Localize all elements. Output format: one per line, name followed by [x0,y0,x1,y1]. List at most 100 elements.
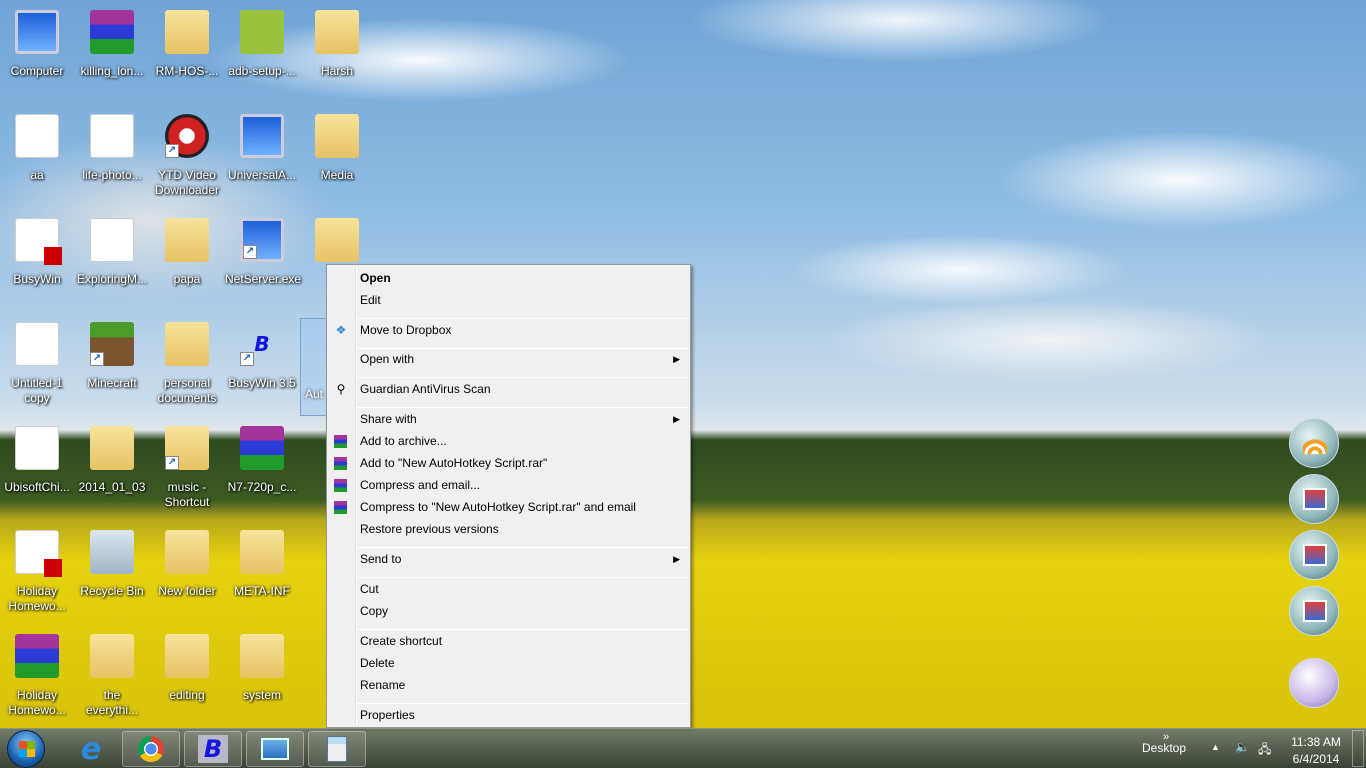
volume-icon[interactable]: 🔈 [1235,740,1250,754]
menu-item-properties[interactable]: Properties [329,704,688,726]
menu-item-label: Cut [360,582,379,596]
winrar-icon [334,501,347,514]
menu-item-compress-and-email[interactable]: Compress and email... [329,474,688,496]
slideshow-gadget-3[interactable] [1289,586,1339,636]
folder-icon [90,426,134,470]
taskbar-calculator[interactable] [308,731,366,767]
file-icon [15,322,59,366]
desktop-icon[interactable]: adb-setup-... [225,10,299,79]
menu-item-label: Move to Dropbox [360,323,452,337]
desktop-icon[interactable]: BusyWin [0,218,74,287]
menu-item-move-to-dropbox[interactable]: ❖ Move to Dropbox [329,319,688,341]
android-icon [240,10,284,54]
clock-time: 11:38 AM [1291,735,1341,749]
desktop-toolbar[interactable]: Desktop [1142,741,1186,755]
desktop-icon[interactable]: 2014_01_03 [75,426,149,495]
desktop-icon[interactable]: ↗ YTD Video Downloader [150,114,224,198]
desktop-icon[interactable]: personal documents [150,322,224,406]
orb-gadget[interactable] [1289,658,1339,708]
menu-item-label: Guardian AntiVirus Scan [360,382,491,396]
submenu-arrow-icon: ▶ [673,354,680,364]
desktop-icon[interactable]: Untitled-1 copy [0,322,74,406]
desktop-icon[interactable]: UniversalA... [225,114,299,183]
desktop-icon[interactable]: Holiday Homewo... [0,634,74,718]
menu-item-open-with[interactable]: Open with ▶ [329,348,688,370]
folder-icon [90,634,134,678]
desktop-icon-label: Recycle Bin [80,584,144,598]
menu-item-delete[interactable]: Delete [329,652,688,674]
desktop-icon[interactable]: the everythi... [75,634,149,718]
folder-icon [240,530,284,574]
taskbar: e B » Desktop ▲ 🔈 🖧 11:38 AM 6/4/2014 [0,728,1366,768]
menu-item-restore-previous-versions[interactable]: Restore previous versions [329,518,688,540]
menu-item-label: Compress and email... [360,478,481,492]
menu-item-edit[interactable]: Edit [329,289,688,311]
file-icon [90,218,134,262]
pc-icon [15,10,59,54]
selected-desktop-icon[interactable]: Aut [300,318,328,416]
desktop-icon[interactable]: system [225,634,299,703]
menu-item-compress-to-new-autohotkey-script-rar-and-email[interactable]: Compress to "New AutoHotkey Script.rar" … [329,496,688,518]
desktop-icon[interactable]: N7-720p_c... [225,426,299,495]
taskbar-chrome[interactable] [122,731,180,767]
show-desktop-button[interactable] [1352,730,1364,767]
desktop-icon[interactable]: META-INF [225,530,299,599]
desktop-icon[interactable]: killing_lon... [75,10,149,79]
menu-item-copy[interactable]: Copy [329,600,688,622]
desktop-icon[interactable]: life-photo... [75,114,149,183]
desktop-icon-label: personal documents [157,376,217,405]
folder-icon [165,10,209,54]
start-button[interactable] [7,730,45,768]
menu-item-send-to[interactable]: Send to ▶ [329,548,688,570]
file-icon [90,114,134,158]
slideshow-gadget-2[interactable] [1289,530,1339,580]
desktop-icon-label: N7-720p_c... [227,480,297,494]
desktop-icon[interactable]: editing [150,634,224,703]
desktop-icon[interactable]: ↗ music - Shortcut [150,426,224,510]
desktop-icon-label: YTD Video Downloader [154,168,220,197]
menu-item-open[interactable]: Open [329,267,688,289]
menu-item-cut[interactable]: Cut [329,578,688,600]
magnifier-icon: ⚲ [336,382,346,396]
desktop-icon[interactable]: papa [150,218,224,287]
desktop-icon-label: music - Shortcut [164,480,210,509]
desktop-icon[interactable]: Holiday Homewo... [0,530,74,614]
taskbar-internet-explorer[interactable]: e [62,731,120,767]
menu-item-label: Properties [360,708,415,722]
desktop-icon[interactable]: Recycle Bin [75,530,149,599]
file-icon [15,426,59,470]
calculator-icon [327,736,347,762]
menu-item-rename[interactable]: Rename [329,674,688,696]
taskbar-control-panel[interactable] [246,731,304,767]
desktop-icon[interactable]: Media [300,114,374,183]
slideshow-gadget-1[interactable] [1289,474,1339,524]
show-hidden-icons-arrow[interactable]: ▲ [1211,742,1220,752]
clock[interactable]: 11:38 AM 6/4/2014 [1284,734,1348,768]
desktop-icon[interactable]: Harsh [300,10,374,79]
desktop-icon[interactable]: New folder [150,530,224,599]
desktop-icon[interactable]: Computer [0,10,74,79]
desktop-icon-label: system [242,688,281,702]
desktop-icon[interactable]: UbisoftChi... [0,426,74,495]
winrar-icon [334,435,347,448]
folder-icon [165,634,209,678]
desktop-icon-label: Computer [10,64,64,78]
network-icon[interactable]: 🖧 [1258,740,1271,761]
folder-icon: ↗ [165,426,209,470]
desktop-icon-label: Minecraft [87,376,137,390]
desktop-icon[interactable]: RM-HOS-... [150,10,224,79]
desktop-icon[interactable]: B ↗ BusyWin 3.5 [225,322,299,391]
desktop-icon[interactable]: ↗ NetServer.exe [225,218,301,287]
menu-item-create-shortcut[interactable]: Create shortcut [329,630,688,652]
desktop-icon[interactable]: ExploringM... [75,218,149,287]
menu-item-label: Restore previous versions [360,522,499,536]
desktop-icon[interactable]: aa [0,114,74,183]
taskbar-busywin[interactable]: B [184,731,242,767]
menu-item-add-to-new-autohotkey-script-rar[interactable]: Add to "New AutoHotkey Script.rar" [329,452,688,474]
menu-item-guardian-antivirus-scan[interactable]: ⚲ Guardian AntiVirus Scan [329,378,688,400]
menu-item-add-to-archive[interactable]: Add to archive... [329,430,688,452]
menu-item-share-with[interactable]: Share with ▶ [329,408,688,430]
wifi-gadget[interactable] [1289,418,1339,468]
desktop-icon[interactable]: ↗ Minecraft [75,322,149,391]
menu-item-label: Share with [360,412,417,426]
